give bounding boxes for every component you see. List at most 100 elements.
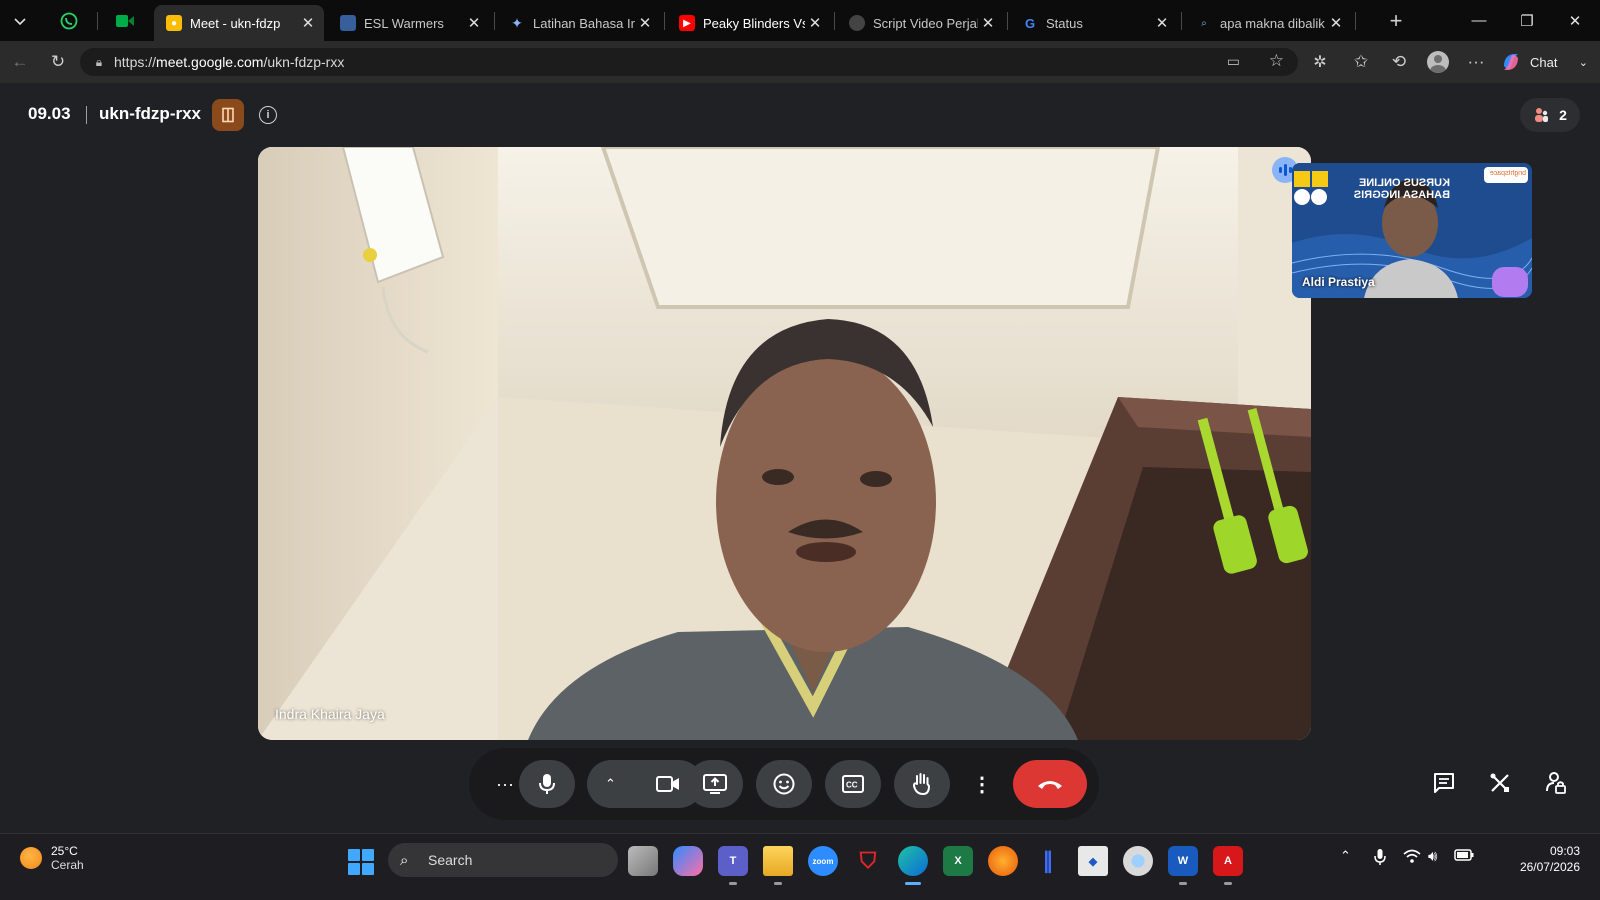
tab-apa-makna[interactable]: ⌕ apa makna dibalik ic ✕ [1184, 5, 1352, 41]
site-info-icon[interactable]: 🔒︎ [84, 55, 114, 70]
tab-peaky-blinders[interactable]: ▶ Peaky Blinders Vs Th ✕ [667, 5, 831, 41]
leave-call-button[interactable] [1013, 760, 1087, 808]
clock-time: 09:03 [1549, 844, 1580, 858]
main-participant-video[interactable]: Indra Khaira Jaya [258, 147, 1311, 740]
close-tab-icon[interactable]: ✕ [298, 14, 318, 32]
weather-temperature: 25°C [51, 844, 78, 858]
chatgpt-icon [849, 15, 865, 31]
chrome-icon[interactable] [1123, 846, 1153, 876]
pinned-tab-meet[interactable] [109, 5, 141, 36]
present-screen-button[interactable] [687, 760, 743, 808]
tab-status[interactable]: G Status ✕ [1010, 5, 1178, 41]
profile-button[interactable] [1422, 47, 1454, 77]
close-tab-icon[interactable]: ✕ [635, 14, 655, 32]
weather-widget[interactable]: 25°C Cerah [20, 844, 84, 872]
self-view-video[interactable]: KURSUS ONLINE BAHASA INGGRIS brightspace… [1292, 163, 1532, 298]
ellipsis-icon: ··· [1467, 52, 1485, 71]
tab-actions-menu-button[interactable] [4, 5, 36, 36]
favorite-star-icon[interactable]: ☆ [1269, 51, 1284, 71]
close-icon: ✕ [1568, 12, 1582, 30]
file-explorer-icon[interactable] [763, 846, 793, 885]
camera-group: ⌃ [587, 760, 703, 808]
people-icon [1535, 108, 1549, 122]
host-controls-badge[interactable] [212, 99, 244, 131]
host-controls-button[interactable] [1530, 755, 1582, 811]
tab-title: apa makna dibalik ic [1220, 15, 1326, 31]
settings-more-button[interactable]: ··· [1460, 47, 1492, 77]
zoom-icon[interactable]: zoom [808, 846, 838, 876]
chat-label: Chat [1530, 54, 1558, 70]
mcafee-icon[interactable]: ⛉ [853, 846, 883, 876]
microphone-button[interactable] [519, 760, 575, 808]
tab-separator [494, 12, 495, 30]
close-window-button[interactable]: ✕ [1552, 0, 1598, 41]
hand-icon [912, 773, 931, 796]
reload-button[interactable]: ↻ [42, 47, 74, 77]
history-button[interactable]: ⟲ [1383, 47, 1415, 77]
address-bar[interactable]: 🔒︎ https://meet.google.com/ukn-fdzp-rxx … [80, 48, 1298, 76]
restore-icon: ❐ [1520, 12, 1534, 30]
phone-hangup-icon [1038, 781, 1062, 789]
snipping-tool-icon[interactable]: ◆ [1078, 846, 1108, 876]
restore-button[interactable]: ❐ [1504, 0, 1550, 41]
sunny-icon [20, 847, 42, 869]
search-label: Search [428, 852, 473, 868]
close-tab-icon[interactable]: ✕ [1152, 14, 1172, 32]
excel-icon[interactable]: X [943, 846, 973, 876]
pinned-tab-whatsapp[interactable] [53, 5, 85, 36]
wifi-icon[interactable] [1403, 848, 1421, 868]
start-button[interactable] [348, 849, 374, 875]
camera-in-use-icon[interactable]: ▭ [1227, 53, 1240, 70]
reactions-button[interactable] [756, 760, 812, 808]
chevron-down-icon: ⌄ [1578, 56, 1588, 69]
system-clock[interactable]: 09:03 26/07/2026 [1510, 843, 1580, 875]
chevron-up-icon[interactable]: ⌃ [1340, 848, 1351, 864]
meeting-info-icon[interactable]: i [259, 106, 277, 124]
captions-button[interactable]: CC [825, 760, 881, 808]
task-view-icon[interactable] [628, 846, 658, 876]
teams-icon[interactable]: T [718, 846, 748, 885]
microphone-tray-icon[interactable] [1374, 848, 1386, 870]
tab-script-video[interactable]: Script Video Perjalan ✕ [837, 5, 1004, 41]
edge-icon[interactable] [898, 846, 928, 885]
close-tab-icon[interactable]: ✕ [805, 14, 825, 32]
taskbar-search[interactable]: ⌕ Search [388, 843, 618, 877]
favorites-button[interactable]: ✩ [1345, 47, 1377, 77]
minimize-button[interactable]: — [1456, 0, 1502, 41]
windows-logo-icon [348, 849, 360, 861]
close-tab-icon[interactable]: ✕ [464, 14, 484, 32]
copilot-icon[interactable] [673, 846, 703, 876]
video-camera-icon [656, 776, 679, 792]
raise-hand-button[interactable] [894, 760, 950, 808]
participants-button[interactable]: 2 [1520, 98, 1580, 132]
volume-icon[interactable]: 🔊︎ [1428, 848, 1437, 865]
participant-video-frame [258, 147, 1311, 740]
chevron-down-icon [14, 17, 26, 25]
participant-count: 2 [1559, 107, 1567, 123]
chevron-up-icon[interactable]: ⌃ [605, 776, 616, 792]
new-tab-button[interactable]: + [1380, 5, 1412, 36]
tab-meet[interactable]: ● Meet - ukn-fdzp ✕ [154, 5, 324, 41]
tab-title: Status [1046, 15, 1083, 31]
battery-icon[interactable] [1454, 848, 1474, 866]
copilot-chat-button[interactable]: Chat ⌄ [1500, 47, 1592, 77]
acrobat-icon[interactable]: A [1213, 846, 1243, 885]
close-tab-icon[interactable]: ✕ [978, 14, 998, 32]
whatsapp-icon [60, 12, 78, 29]
tab-latihan-bahasa[interactable]: ✦ Latihan Bahasa Ingg ✕ [497, 5, 661, 41]
more-options-button[interactable]: ⋮ [960, 760, 1004, 808]
word-icon[interactable]: W [1168, 846, 1198, 885]
chat-icon [1434, 773, 1454, 793]
notepad-plus-icon[interactable]: ∥ [1033, 846, 1063, 876]
activities-button[interactable] [1474, 755, 1526, 811]
back-button[interactable]: ← [4, 47, 36, 77]
self-participant-name: Aldi Prastiya [1302, 275, 1375, 289]
chat-button[interactable] [1418, 755, 1470, 811]
tab-esl-warmers[interactable]: ESL Warmers ✕ [328, 5, 490, 41]
firefox-icon[interactable] [988, 846, 1018, 876]
meeting-time: 09.03 [28, 104, 71, 123]
svg-text:CC: CC [846, 781, 858, 790]
close-tab-icon[interactable]: ✕ [1326, 14, 1346, 32]
puzzle-icon: ✲ [1313, 54, 1327, 71]
extensions-button[interactable]: ✲ [1304, 47, 1336, 77]
